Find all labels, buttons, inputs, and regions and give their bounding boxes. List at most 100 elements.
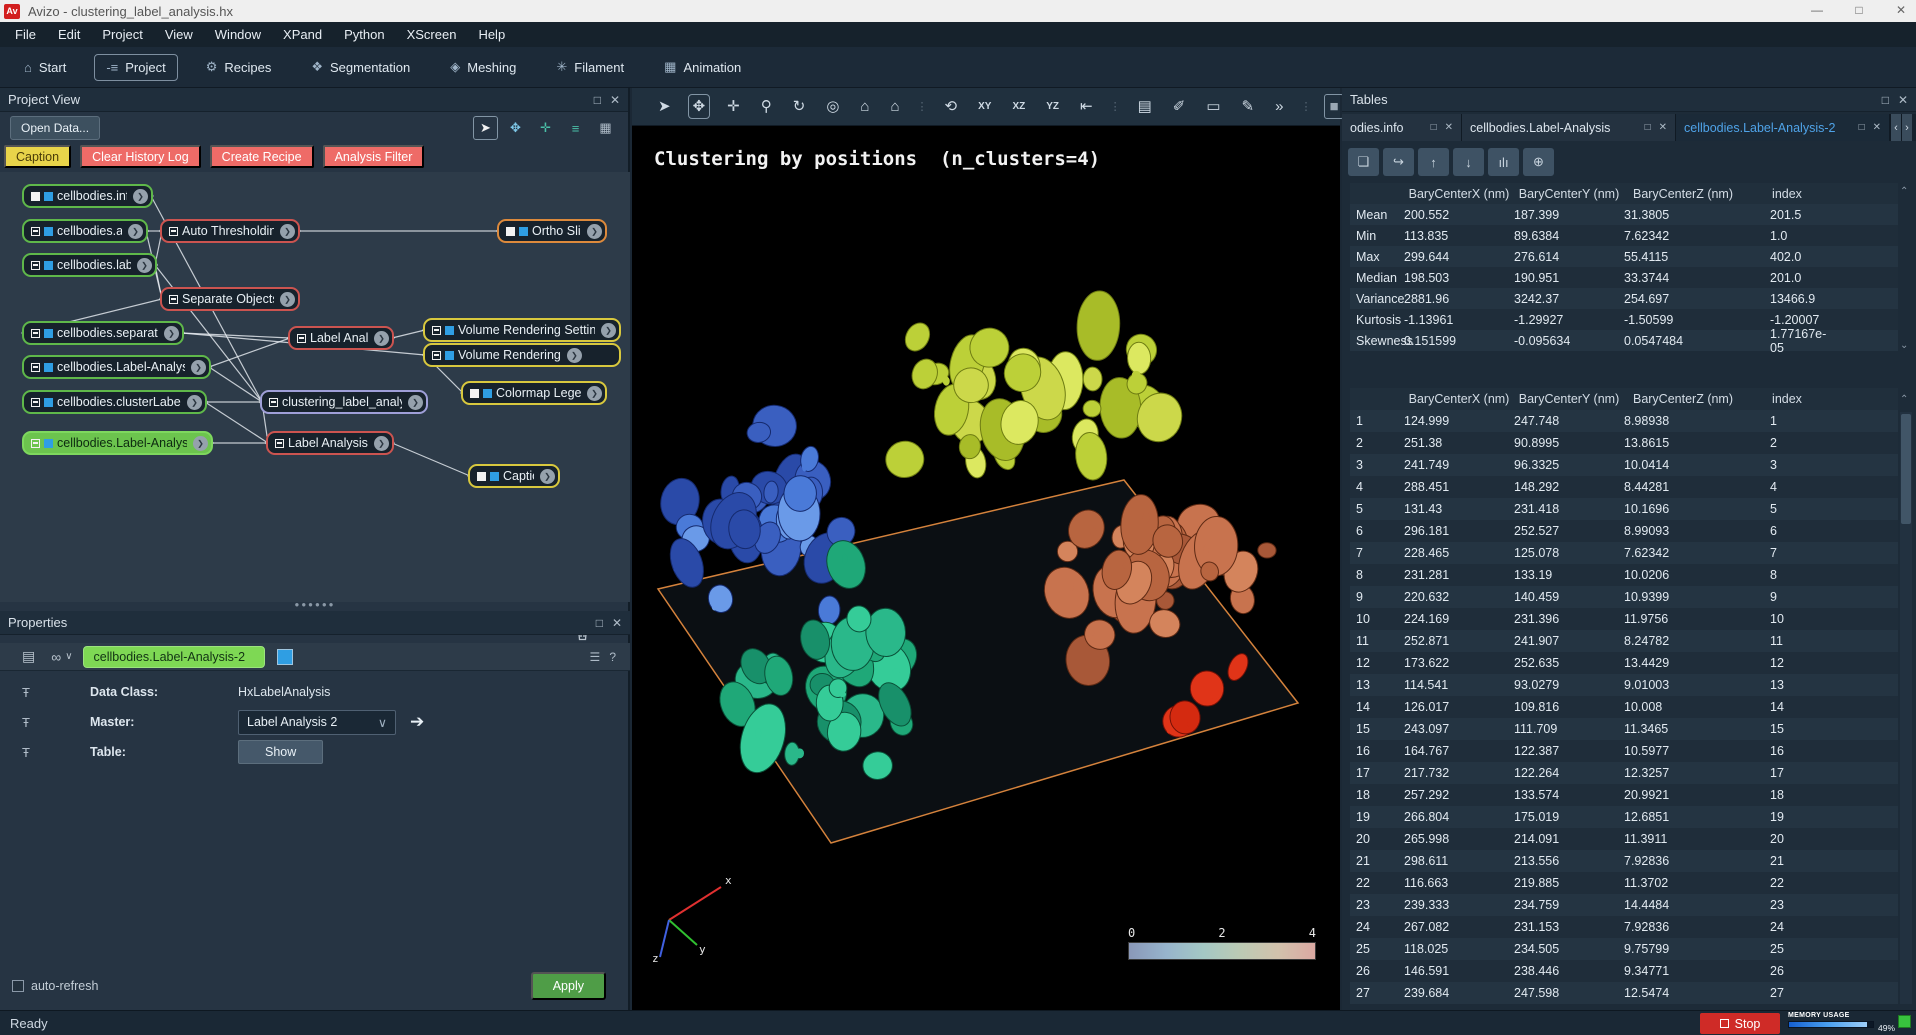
graph-node-capt[interactable]: Caption❯ [468,464,560,488]
zoom-icon[interactable]: ⚲ [757,95,776,118]
stop-button[interactable]: Stop [1700,1013,1780,1034]
graph-node-ortho[interactable]: Ortho Slice❯ [497,219,607,243]
menu-item-xscreen[interactable]: XScreen [396,22,468,47]
table-row[interactable]: 7228.465125.0787.623427 [1350,542,1898,564]
table-row[interactable]: 23239.333234.75914.448423 [1350,894,1898,916]
graph-node-am[interactable]: cellbodies.am❯ [22,219,148,243]
graph-node-info[interactable]: cellbodies.info❯ [22,184,153,208]
undock-icon[interactable]: □ [1882,93,1889,107]
node-menu-chevron-icon[interactable]: ❯ [374,331,389,346]
ribbon-tab-project[interactable]: -≡Project [94,54,177,81]
maximize-button[interactable]: □ [1838,0,1880,22]
checkbox[interactable] [12,980,24,992]
table-row[interactable]: 24267.082231.1537.9283624 [1350,916,1898,938]
panel-splitter[interactable]: ●●●●●● [0,602,630,610]
hand-icon[interactable]: ✥ [503,116,528,140]
create-recipe-button[interactable]: Create Recipe [210,145,314,168]
table-row[interactable]: 5131.43231.41810.16965 [1350,498,1898,520]
node-menu-chevron-icon[interactable]: ❯ [133,189,148,204]
vertical-scrollbar[interactable] [1900,412,1912,1004]
graph-node-la2data[interactable]: cellbodies.Label-Analysis-2*❯ [22,431,213,455]
table-row[interactable]: 18257.292133.57420.992118 [1350,784,1898,806]
scroll-down-icon[interactable]: ⌄ [1900,340,1908,351]
export-icon[interactable]: ↪ [1383,148,1414,176]
table-row[interactable]: 25118.025234.5059.7579925 [1350,938,1898,960]
module-color-swatch[interactable] [277,649,293,665]
table-row[interactable]: 26146.591238.4469.3477126 [1350,960,1898,982]
open-data-button[interactable]: Open Data... [10,116,100,140]
node-menu-chevron-icon[interactable]: ❯ [164,326,179,341]
snapshot-icon[interactable]: ▤ [1134,95,1156,118]
close-icon[interactable]: ✕ [610,93,620,107]
graph-node-auto[interactable]: Auto Thresholding❯ [160,219,300,243]
node-menu-chevron-icon[interactable]: ❯ [187,395,202,410]
sort-up-icon[interactable]: ↑ [1418,148,1449,176]
close-tab-icon[interactable]: ✕ [1445,122,1453,133]
table-row[interactable]: 16164.767122.38710.597716 [1350,740,1898,762]
pin-icon[interactable]: Ŧ [22,685,38,700]
table-row[interactable]: 17217.732122.26412.325717 [1350,762,1898,784]
pin-icon[interactable]: Ŧ [22,745,38,760]
interact-icon[interactable]: ✛ [533,116,558,140]
measure-icon[interactable]: ▭ [1202,95,1224,118]
ribbon-tab-segmentation[interactable]: ❖Segmentation [299,53,422,81]
help-icon[interactable]: ? [609,650,616,664]
master-dropdown[interactable]: Label Analysis 2 ∨ [238,710,396,735]
3d-scene[interactable]: xyz [632,126,1340,1010]
float-tab-icon[interactable]: □ [1431,122,1437,133]
node-menu-chevron-icon[interactable]: ❯ [601,323,616,338]
layout-icon[interactable]: ▦ [593,116,618,140]
apply-button[interactable]: Apply [531,972,606,1000]
graph-node-vrs[interactable]: Volume Rendering Settings❯ [423,318,621,342]
link-icon[interactable]: ∞ [51,649,61,665]
table-row[interactable]: 12173.622252.63513.442912 [1350,652,1898,674]
set-home-icon[interactable]: ⌂ [886,95,903,118]
ribbon-tab-filament[interactable]: ✳Filament [544,53,636,81]
table-row[interactable]: 15243.097111.70911.346515 [1350,718,1898,740]
view-back-icon[interactable]: ⇤ [1076,95,1097,118]
view-xy-icon[interactable]: XY [974,98,995,116]
node-menu-chevron-icon[interactable]: ❯ [280,292,295,307]
node-menu-chevron-icon[interactable]: ❯ [408,395,423,410]
graph-node-separate[interactable]: cellbodies.separate❯ [22,321,184,345]
chevron-down-icon[interactable]: ∨ [65,651,72,662]
close-tab-icon[interactable]: ✕ [1659,122,1667,133]
node-menu-chevron-icon[interactable]: ❯ [567,348,582,363]
ribbon-tab-start[interactable]: ⌂Start [12,54,78,81]
float-tab-icon[interactable]: □ [1859,122,1865,133]
home-icon[interactable]: ⌂ [856,95,873,118]
table-row[interactable]: 22116.663219.88511.370222 [1350,872,1898,894]
table-row[interactable]: 27239.684247.59812.547427 [1350,982,1898,1004]
table-row[interactable]: 11252.871241.9078.2478211 [1350,630,1898,652]
graph-node-la2[interactable]: Label Analysis 2❯ [266,431,394,455]
node-menu-chevron-icon[interactable]: ❯ [137,258,152,273]
close-icon[interactable]: ✕ [1898,93,1908,107]
node-menu-chevron-icon[interactable]: ❯ [193,436,208,451]
pointer-icon[interactable]: ➤ [473,116,498,140]
menu-item-python[interactable]: Python [333,22,395,47]
ribbon-tab-recipes[interactable]: ⚙Recipes [194,53,284,81]
goto-master-arrow-icon[interactable]: ➔ [410,712,424,732]
menu-item-view[interactable]: View [154,22,204,47]
graph-node-sepobj[interactable]: Separate Objects❯ [160,287,300,311]
node-menu-chevron-icon[interactable]: ❯ [374,436,389,451]
table-row[interactable]: 8231.281133.1910.02068 [1350,564,1898,586]
table-row[interactable]: 13114.54193.02799.0100313 [1350,674,1898,696]
ortho-box-icon[interactable]: ■ [1324,94,1343,119]
more-icon[interactable]: » [1271,95,1287,118]
table-tab-1[interactable]: odies.info□✕ [1342,114,1462,141]
close-tab-icon[interactable]: ✕ [1873,122,1881,133]
histogram-icon[interactable]: ılı [1488,148,1519,176]
float-tab-icon[interactable]: □ [1645,122,1651,133]
table-row[interactable]: 3241.74996.332510.04143 [1350,454,1898,476]
table-row[interactable]: 4288.451148.2928.442814 [1350,476,1898,498]
table-row[interactable]: 6296.181252.5278.990936 [1350,520,1898,542]
menu-item-help[interactable]: Help [467,22,516,47]
scrollbar-thumb[interactable] [1901,414,1911,524]
probe-icon[interactable]: ✐ [1169,95,1190,118]
3d-viewport[interactable]: ➤✥✛⚲↻◎⌂⌂⋮⟲XYXZYZ⇤⋮▤✐▭✎»⋮■» xyz Clusterin… [632,88,1340,1010]
duplicate-icon[interactable]: ❏ [1348,148,1379,176]
menu-item-edit[interactable]: Edit [47,22,91,47]
module-name-field[interactable]: cellbodies.Label-Analysis-2 [83,646,265,668]
table-row[interactable]: 20265.998214.09111.391120 [1350,828,1898,850]
